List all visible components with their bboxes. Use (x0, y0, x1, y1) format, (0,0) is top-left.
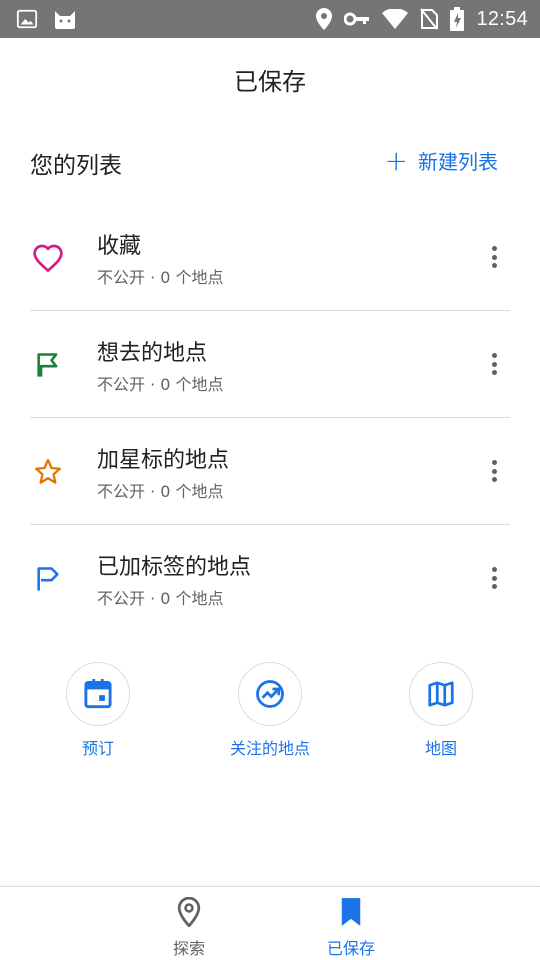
list-item-starred[interactable]: 加星标的地点 不公开 · 0 个地点 (0, 418, 540, 525)
new-list-label: 新建列表 (418, 150, 498, 174)
list-name: 加星标的地点 (97, 448, 230, 473)
list-meta: 不公开 · 0 个地点 (97, 268, 224, 287)
nav-saved[interactable]: 已保存 (291, 897, 411, 959)
plus-icon: + (384, 143, 408, 177)
nav-explore[interactable]: 探索 (129, 896, 249, 959)
shortcut-row: 预订 关注的地点 地图 (0, 662, 540, 762)
maps-button[interactable]: 地图 (356, 662, 526, 759)
shortcut-label: 预订 (81, 739, 114, 758)
star-icon (30, 454, 66, 490)
saved-lists: 收藏 不公开 · 0 个地点 想去的地点 不公开 · 0 个地点 加星标的地点 … (0, 204, 540, 632)
followed-places-button[interactable]: 关注的地点 (185, 662, 355, 759)
battery-charging-icon (450, 7, 465, 31)
shortcut-label: 地图 (424, 739, 457, 758)
location-icon (316, 8, 333, 30)
image-icon (16, 8, 38, 30)
list-name: 想去的地点 (97, 341, 208, 366)
bookmark-icon (339, 897, 363, 931)
more-options-icon[interactable] (484, 563, 504, 593)
list-name: 收藏 (97, 234, 142, 259)
page-title: 已保存 (234, 68, 306, 96)
more-options-icon[interactable] (484, 456, 504, 486)
nav-label: 探索 (172, 939, 205, 958)
list-name: 已加标签的地点 (97, 555, 252, 580)
shortcut-label: 关注的地点 (229, 739, 310, 758)
bottom-navigation: 探索 已保存 (0, 886, 540, 960)
flag-icon (30, 347, 66, 383)
heart-icon (30, 240, 66, 276)
label-flag-icon (30, 561, 66, 597)
key-icon (344, 12, 370, 26)
list-item-want-to-go[interactable]: 想去的地点 不公开 · 0 个地点 (0, 311, 540, 418)
place-pin-icon (177, 896, 201, 931)
section-title: 您的列表 (30, 153, 122, 179)
clock: 12:54 (476, 7, 528, 30)
wifi-icon (382, 9, 409, 29)
reservations-button[interactable]: 预订 (13, 662, 183, 759)
cat-icon (52, 7, 78, 31)
new-list-button[interactable]: + 新建列表 (385, 146, 498, 175)
calendar-icon (66, 662, 130, 726)
list-meta: 不公开 · 0 个地点 (97, 482, 224, 501)
list-item-favorites[interactable]: 收藏 不公开 · 0 个地点 (0, 204, 540, 311)
list-meta: 不公开 · 0 个地点 (97, 375, 224, 394)
map-icon (409, 662, 473, 726)
more-options-icon[interactable] (484, 349, 504, 379)
list-meta: 不公开 · 0 个地点 (97, 589, 224, 608)
status-bar: 12:54 (0, 0, 540, 38)
more-options-icon[interactable] (484, 242, 504, 272)
no-sim-icon (420, 8, 439, 30)
list-item-labeled[interactable]: 已加标签的地点 不公开 · 0 个地点 (0, 525, 540, 632)
trending-icon (238, 662, 302, 726)
nav-label: 已保存 (326, 939, 375, 958)
